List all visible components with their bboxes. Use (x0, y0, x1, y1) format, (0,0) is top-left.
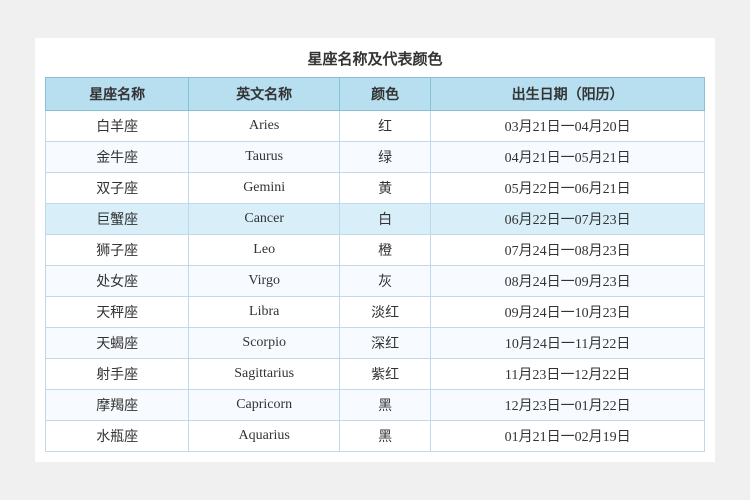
cell-english-name: Cancer (189, 204, 340, 235)
cell-color: 紫红 (340, 359, 431, 390)
cell-english-name: Aries (189, 111, 340, 142)
cell-dates: 01月21日一02月19日 (431, 421, 705, 452)
table-row: 巨蟹座Cancer白06月22日一07月23日 (46, 204, 705, 235)
cell-chinese-name: 狮子座 (46, 235, 189, 266)
page-title: 星座名称及代表颜色 (45, 48, 705, 69)
cell-color: 黄 (340, 173, 431, 204)
table-row: 天蝎座Scorpio深红10月24日一11月22日 (46, 328, 705, 359)
cell-chinese-name: 双子座 (46, 173, 189, 204)
cell-english-name: Gemini (189, 173, 340, 204)
table-row: 处女座Virgo灰08月24日一09月23日 (46, 266, 705, 297)
cell-chinese-name: 巨蟹座 (46, 204, 189, 235)
cell-english-name: Capricorn (189, 390, 340, 421)
table-row: 天秤座Libra淡红09月24日一10月23日 (46, 297, 705, 328)
cell-color: 绿 (340, 142, 431, 173)
cell-dates: 03月21日一04月20日 (431, 111, 705, 142)
table-row: 摩羯座Capricorn黑12月23日一01月22日 (46, 390, 705, 421)
main-container: 星座名称及代表颜色 星座名称 英文名称 颜色 出生日期（阳历） 白羊座Aries… (35, 38, 715, 462)
cell-color: 黑 (340, 421, 431, 452)
cell-english-name: Taurus (189, 142, 340, 173)
cell-english-name: Libra (189, 297, 340, 328)
header-english-name: 英文名称 (189, 78, 340, 111)
table-row: 白羊座Aries红03月21日一04月20日 (46, 111, 705, 142)
cell-english-name: Scorpio (189, 328, 340, 359)
cell-color: 灰 (340, 266, 431, 297)
table-row: 金牛座Taurus绿04月21日一05月21日 (46, 142, 705, 173)
cell-dates: 06月22日一07月23日 (431, 204, 705, 235)
cell-english-name: Leo (189, 235, 340, 266)
cell-english-name: Virgo (189, 266, 340, 297)
cell-color: 橙 (340, 235, 431, 266)
cell-dates: 07月24日一08月23日 (431, 235, 705, 266)
cell-chinese-name: 摩羯座 (46, 390, 189, 421)
cell-english-name: Sagittarius (189, 359, 340, 390)
table-header-row: 星座名称 英文名称 颜色 出生日期（阳历） (46, 78, 705, 111)
cell-dates: 08月24日一09月23日 (431, 266, 705, 297)
cell-chinese-name: 白羊座 (46, 111, 189, 142)
header-dates: 出生日期（阳历） (431, 78, 705, 111)
table-row: 射手座Sagittarius紫红11月23日一12月22日 (46, 359, 705, 390)
cell-color: 深红 (340, 328, 431, 359)
table-row: 水瓶座Aquarius黑01月21日一02月19日 (46, 421, 705, 452)
table-row: 狮子座Leo橙07月24日一08月23日 (46, 235, 705, 266)
cell-chinese-name: 处女座 (46, 266, 189, 297)
cell-dates: 09月24日一10月23日 (431, 297, 705, 328)
cell-dates: 04月21日一05月21日 (431, 142, 705, 173)
cell-dates: 11月23日一12月22日 (431, 359, 705, 390)
cell-dates: 05月22日一06月21日 (431, 173, 705, 204)
cell-english-name: Aquarius (189, 421, 340, 452)
header-color: 颜色 (340, 78, 431, 111)
cell-chinese-name: 射手座 (46, 359, 189, 390)
cell-chinese-name: 天秤座 (46, 297, 189, 328)
cell-chinese-name: 水瓶座 (46, 421, 189, 452)
header-chinese-name: 星座名称 (46, 78, 189, 111)
cell-color: 淡红 (340, 297, 431, 328)
cell-chinese-name: 天蝎座 (46, 328, 189, 359)
cell-chinese-name: 金牛座 (46, 142, 189, 173)
cell-color: 红 (340, 111, 431, 142)
zodiac-table: 星座名称 英文名称 颜色 出生日期（阳历） 白羊座Aries红03月21日一04… (45, 77, 705, 452)
table-row: 双子座Gemini黄05月22日一06月21日 (46, 173, 705, 204)
cell-color: 白 (340, 204, 431, 235)
cell-dates: 10月24日一11月22日 (431, 328, 705, 359)
cell-dates: 12月23日一01月22日 (431, 390, 705, 421)
cell-color: 黑 (340, 390, 431, 421)
